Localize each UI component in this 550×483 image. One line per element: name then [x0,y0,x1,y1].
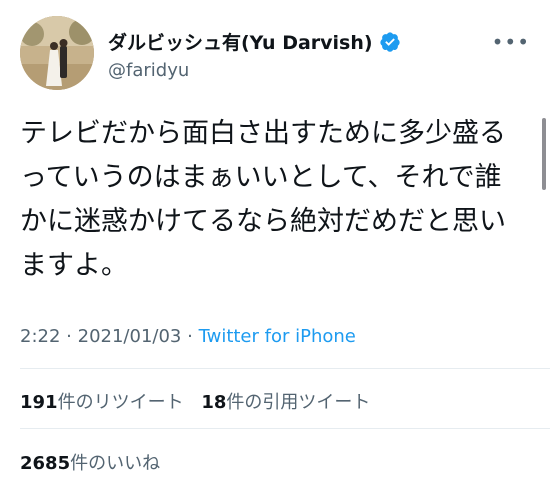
divider [20,368,550,369]
user-handle[interactable]: @faridyu [108,60,189,81]
meta-separator: · [187,326,193,347]
retweets-count: 191 [20,392,58,413]
tweet-time[interactable]: 2:22 [20,326,60,347]
more-horizontal-icon[interactable]: ••• [492,30,530,54]
stats-row-likes: 2685件のいいね [20,449,172,475]
quotes-label: 件の引用ツイート [226,392,371,413]
avatar[interactable] [20,16,94,90]
tweet-date[interactable]: 2021/01/03 [78,326,182,347]
avatar-photo [20,16,94,90]
display-name[interactable]: ダルビッシュ有(Yu Darvish) [108,28,373,55]
scrollbar[interactable] [542,118,546,190]
name-row: ダルビッシュ有(Yu Darvish) [108,28,401,55]
likes-stat[interactable]: 2685件のいいね [20,449,160,475]
meta-separator: · [66,326,72,347]
quotes-stat[interactable]: 18件の引用ツイート [201,388,370,414]
stats-row-retweets: 191件のリツイート 18件の引用ツイート [20,388,382,414]
divider [20,428,550,429]
retweets-stat[interactable]: 191件のリツイート [20,388,184,414]
verified-badge-icon [379,31,401,53]
quotes-count: 18 [201,392,227,413]
tweet-source-link[interactable]: Twitter for iPhone [199,326,356,347]
likes-count: 2685 [20,453,71,474]
likes-label: 件のいいね [70,453,161,474]
tweet-text: テレビだから面白さ出すために多少盛るっていうのはまぁいいとして、それで誰かに迷惑… [20,118,506,281]
retweets-label: 件のリツイート [57,392,184,413]
tweet-meta: 2:22 · 2021/01/03 · Twitter for iPhone [20,326,356,347]
tweet-header: ダルビッシュ有(Yu Darvish) @faridyu ••• [20,16,530,92]
